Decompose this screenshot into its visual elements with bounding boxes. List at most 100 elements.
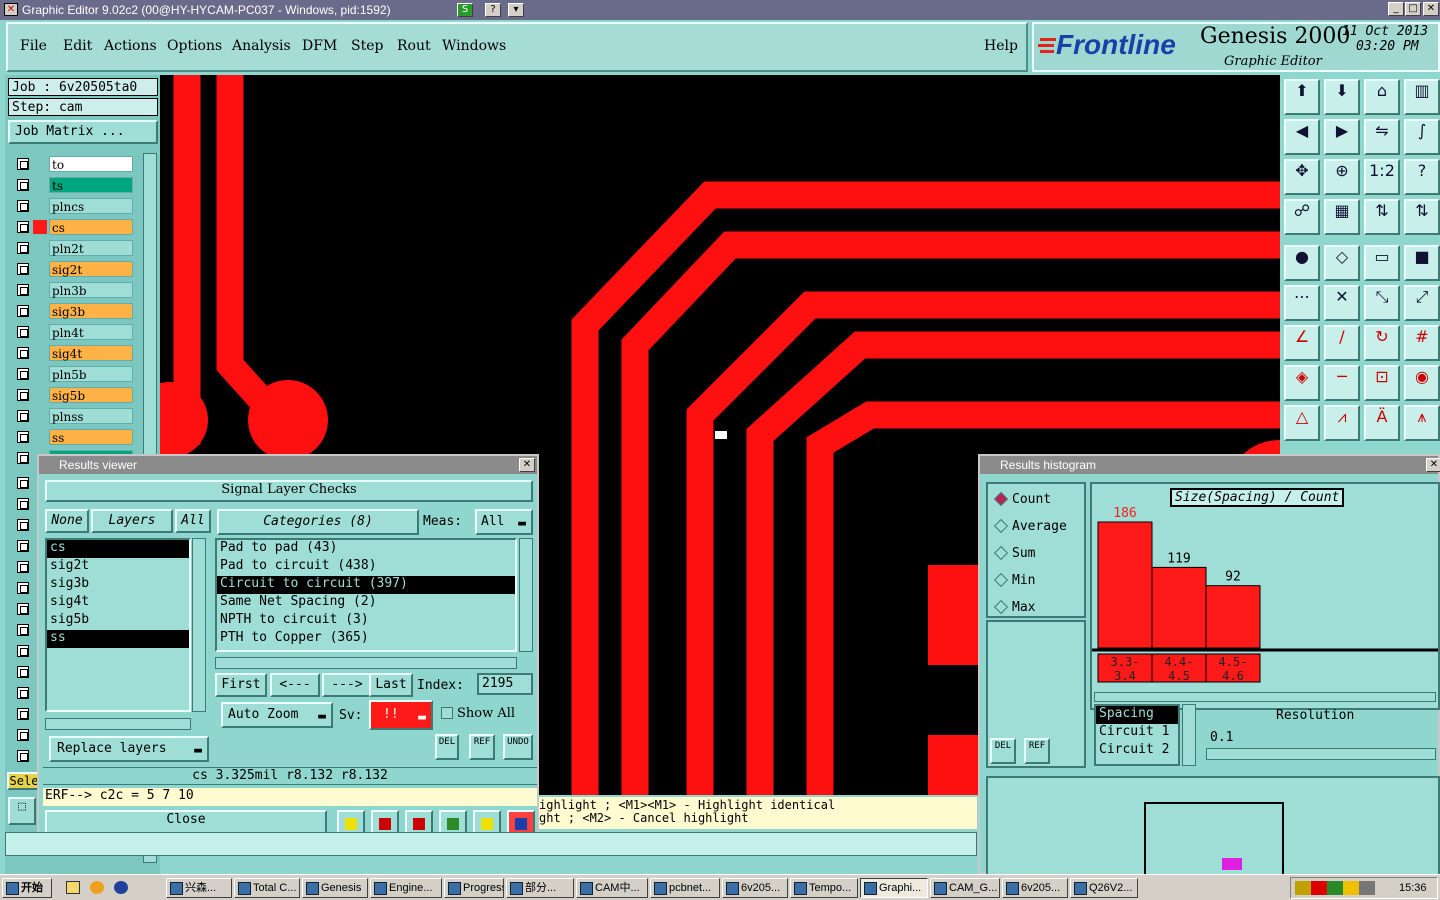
layer-row[interactable]: pln3b <box>15 281 135 300</box>
menu-rout[interactable]: Rout <box>397 38 431 54</box>
layer-row[interactable]: pln2t <box>15 239 135 258</box>
layer-row[interactable]: cs <box>15 218 135 237</box>
prev-button[interactable]: <--- <box>270 673 320 697</box>
menu-windows[interactable]: Windows <box>442 38 506 54</box>
browser-icon[interactable] <box>90 881 104 894</box>
undo-button[interactable]: UNDO <box>503 734 533 760</box>
tool-icon[interactable]: # <box>1404 325 1440 361</box>
tool-icon[interactable]: ▥ <box>1404 79 1440 115</box>
tool-icon[interactable]: ⬇ <box>1324 79 1360 115</box>
tool-icon[interactable]: ⇅ <box>1364 199 1400 235</box>
category-list-item[interactable]: NPTH to circuit (3) <box>217 612 515 630</box>
field-list-item[interactable]: Circuit 2 <box>1096 742 1178 760</box>
job-matrix-button[interactable]: Job Matrix ... <box>8 120 158 144</box>
hist-ref-button[interactable]: REF <box>1024 738 1050 764</box>
histogram-bar[interactable] <box>1205 585 1261 649</box>
media-icon[interactable] <box>114 881 128 894</box>
histogram-bar[interactable] <box>1151 566 1207 649</box>
layer-checkbox[interactable] <box>17 645 29 657</box>
desktop-icon[interactable] <box>66 881 80 894</box>
layer-checkbox[interactable] <box>17 729 29 741</box>
menu-actions[interactable]: Actions <box>104 38 157 54</box>
tool-icon[interactable]: ▶ <box>1324 119 1360 155</box>
category-list-item[interactable]: Circuit to circuit (397) <box>217 576 515 594</box>
layer-list-item[interactable]: sig4t <box>47 594 189 612</box>
tool-icon[interactable]: ● <box>1284 245 1320 281</box>
histogram-option[interactable]: Count <box>993 490 1082 510</box>
tool-icon[interactable]: ◈ <box>1284 365 1320 401</box>
menu-help[interactable]: Help <box>984 38 1018 54</box>
help-icon[interactable]: ? <box>485 3 501 17</box>
layer-checkbox[interactable] <box>17 540 29 552</box>
taskbar-item[interactable]: Tempo... <box>790 878 858 898</box>
layer-checkbox[interactable] <box>17 158 29 170</box>
dropdown-icon[interactable]: ▾ <box>508 3 524 17</box>
last-button[interactable]: Last <box>369 673 413 697</box>
tool-icon[interactable]: ☍ <box>1284 199 1320 235</box>
fields-scrollbar[interactable] <box>1182 704 1196 766</box>
category-list-item[interactable]: Pad to pad (43) <box>217 540 515 558</box>
taskbar-item[interactable]: Genesis <box>302 878 368 898</box>
sv-select[interactable]: !! ▬ <box>369 700 433 730</box>
layer-row[interactable]: sig2t <box>15 260 135 279</box>
histogram-option[interactable]: Average <box>993 517 1082 537</box>
layer-checkbox[interactable] <box>17 326 29 338</box>
taskbar-item[interactable]: Q26V2... <box>1070 878 1138 898</box>
layer-checkbox[interactable] <box>17 708 29 720</box>
close-button[interactable]: ✕ <box>1423 2 1439 16</box>
layer-checkbox[interactable] <box>17 750 29 762</box>
fit-icon[interactable]: ⬚ <box>8 797 36 825</box>
layer-list-item[interactable]: ss <box>47 630 189 648</box>
tool-icon[interactable]: ✕ <box>1324 285 1360 321</box>
tool-icon[interactable]: ⩚ <box>1404 405 1440 441</box>
layer-list-item[interactable]: cs <box>47 540 189 558</box>
taskbar-item[interactable]: 6v205... <box>1002 878 1068 898</box>
tool-icon[interactable]: ⋯ <box>1284 285 1320 321</box>
layer-checkbox[interactable] <box>17 389 29 401</box>
category-list-item[interactable]: Pad to circuit (438) <box>217 558 515 576</box>
layer-checkbox[interactable] <box>17 221 29 233</box>
tool-icon[interactable]: ─ <box>1324 365 1360 401</box>
layer-checkbox[interactable] <box>17 477 29 489</box>
tool-icon[interactable]: ◀ <box>1284 119 1320 155</box>
layer-checkbox[interactable] <box>17 519 29 531</box>
layer-row[interactable]: ss <box>15 428 135 447</box>
tool-icon[interactable]: ⤢ <box>1404 285 1440 321</box>
tool-icon[interactable]: △ <box>1284 405 1320 441</box>
layer-row[interactable]: sig3b <box>15 302 135 321</box>
menu-analysis[interactable]: Analysis <box>232 38 291 54</box>
hist-del-button[interactable]: DEL <box>990 738 1016 764</box>
layer-checkbox[interactable] <box>17 263 29 275</box>
tool-icon[interactable]: ▦ <box>1324 199 1360 235</box>
layer-list-item[interactable]: sig2t <box>47 558 189 576</box>
category-listbox[interactable]: Pad to pad (43) Pad to circuit (438) Circu… <box>215 538 517 652</box>
menu-dfm[interactable]: DFM <box>302 38 337 54</box>
taskbar-item[interactable]: 6v205... <box>722 878 788 898</box>
layer-checkbox[interactable] <box>17 431 29 443</box>
tool-icon[interactable]: ∠ <box>1284 325 1320 361</box>
tool-icon[interactable]: / <box>1324 325 1360 361</box>
histogram-option[interactable]: Max <box>993 598 1082 618</box>
layer-listbox-scrollbar[interactable] <box>192 538 206 712</box>
histogram-option[interactable]: Min <box>993 571 1082 591</box>
category-list-item[interactable]: Same Net Spacing (2) <box>217 594 515 612</box>
tray-icons[interactable] <box>1295 881 1375 895</box>
field-list-item[interactable]: Circuit 1 <box>1096 724 1178 742</box>
field-list-item[interactable]: Spacing <box>1096 706 1178 724</box>
meas-select[interactable]: All ▬ <box>475 509 533 535</box>
tool-icon[interactable]: ⬆ <box>1284 79 1320 115</box>
maximize-button[interactable]: □ <box>1405 2 1421 16</box>
menu-options[interactable]: Options <box>167 38 222 54</box>
layer-row[interactable]: pln5b <box>15 365 135 384</box>
layer-checkbox[interactable] <box>17 284 29 296</box>
taskbar-item[interactable]: CAM_G... <box>930 878 1000 898</box>
layer-checkbox[interactable] <box>17 603 29 615</box>
layer-list-item[interactable]: sig5b <box>47 612 189 630</box>
layer-checkbox[interactable] <box>17 582 29 594</box>
tool-icon[interactable]: ⊕ <box>1324 159 1360 195</box>
layer-checkbox[interactable] <box>17 687 29 699</box>
tool-icon[interactable]: ◉ <box>1404 365 1440 401</box>
taskbar-item[interactable]: CAM中... <box>576 878 648 898</box>
minimize-button[interactable]: _ <box>1388 2 1404 16</box>
results-viewer-close-icon[interactable]: ✕ <box>519 458 535 472</box>
